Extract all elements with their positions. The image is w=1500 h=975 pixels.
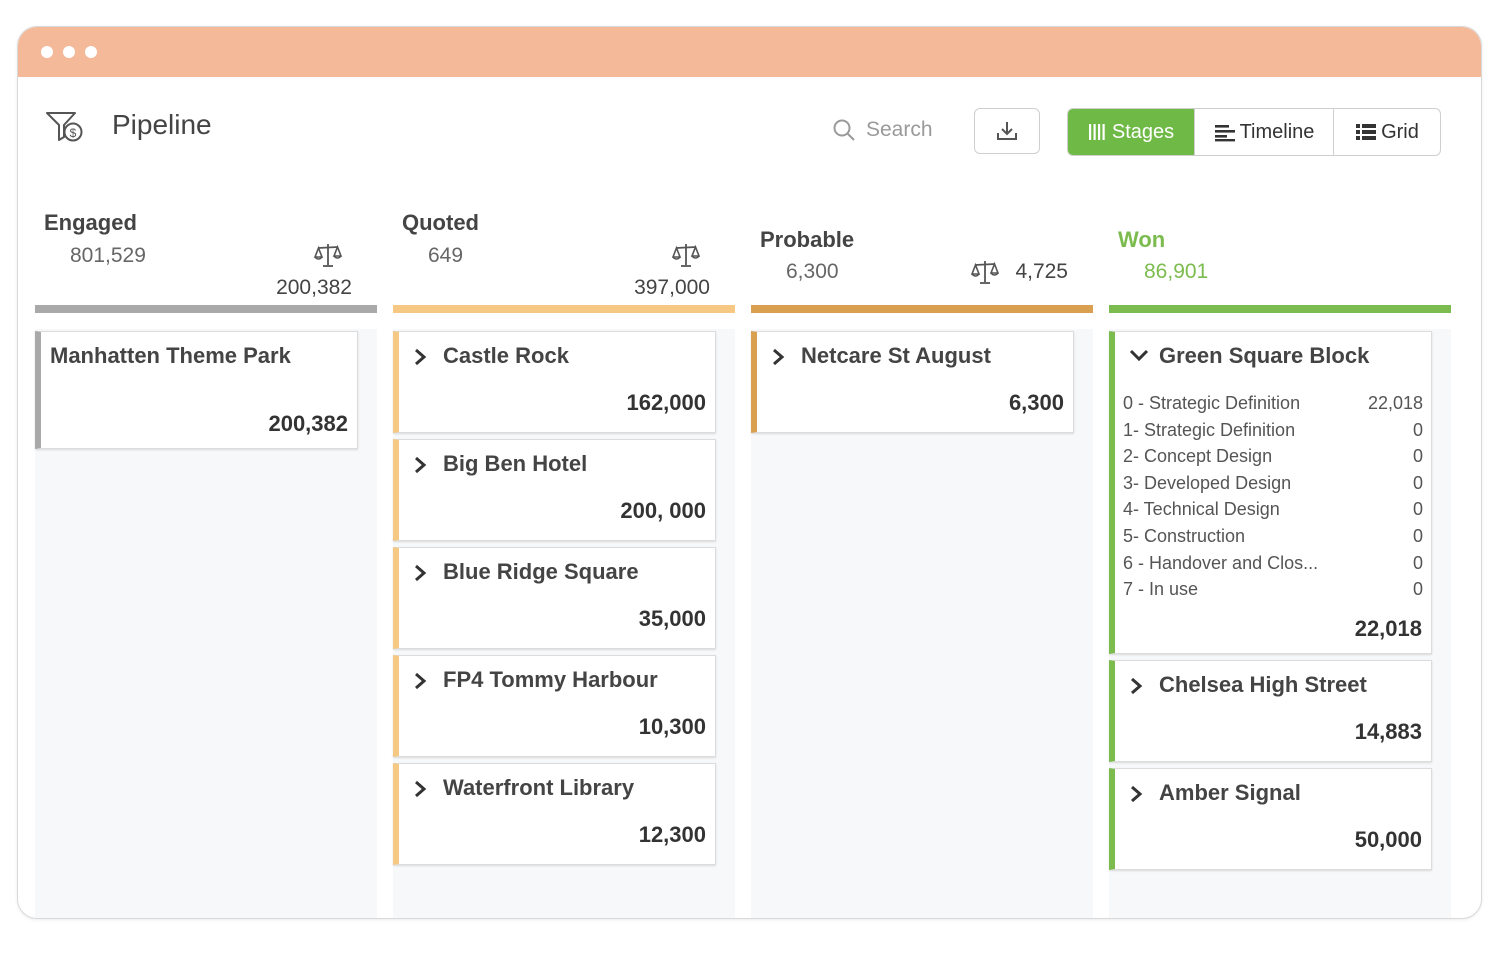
chevron-right-icon[interactable] — [1129, 785, 1145, 803]
stage-weighted-value: 397,000 — [634, 276, 710, 299]
card-title: Big Ben Hotel — [443, 451, 588, 476]
card-value: 200, 000 — [620, 498, 706, 523]
stage-color-bar — [35, 305, 377, 313]
opportunity-card[interactable]: Waterfront Library 12,300 — [393, 763, 716, 865]
card-title: FP4 Tommy Harbour — [443, 667, 658, 692]
stage-weighted-value: 4,725 — [1015, 260, 1068, 283]
opportunity-card[interactable]: Netcare St August 6,300 — [751, 331, 1074, 433]
card-value: 6,300 — [1008, 390, 1064, 415]
chevron-right-icon[interactable] — [413, 564, 429, 582]
stage-name: Probable — [760, 227, 855, 252]
scale-icon — [971, 261, 999, 284]
stage-column-probable: Probable 6,300 4,725 Netcare St August 6… — [751, 27, 1093, 918]
card-title: Blue Ridge Square — [443, 559, 639, 584]
card-value: 10,300 — [638, 714, 706, 739]
card-title: Green Square Block — [1159, 343, 1370, 368]
opportunity-card-expanded[interactable]: Green Square Block 0 - Strategic Definit… — [1109, 331, 1432, 654]
scale-icon — [672, 244, 700, 267]
breakdown-row: 7 - In use 0 — [1123, 579, 1423, 600]
card-value: 200,382 — [268, 411, 348, 436]
stage-column-won: Won 86,901 Green Square Block 0 - Strate… — [1109, 27, 1451, 918]
scale-icon — [314, 244, 342, 267]
card-value: 12,300 — [638, 822, 706, 847]
stage-column-quoted: Quoted 649 397,000 Castle Rock 162,000 B… — [393, 27, 735, 918]
stage-color-bar — [1109, 305, 1451, 313]
opportunity-card[interactable]: Castle Rock 162,000 — [393, 331, 716, 433]
card-value: 35,000 — [638, 606, 706, 631]
stage-count: 6,300 — [786, 260, 839, 283]
card-title: Castle Rock — [443, 343, 569, 368]
opportunity-card[interactable]: Chelsea High Street 14,883 — [1109, 660, 1432, 762]
breakdown-row: 2- Concept Design 0 — [1123, 446, 1423, 467]
stage-column-engaged: Engaged 801,529 200,382 Manhatten Theme … — [35, 27, 377, 918]
stage-color-bar — [393, 305, 735, 313]
stage-breakdown-list: 0 - Strategic Definition 22,018 1- Strate… — [1123, 390, 1423, 603]
stage-name: Engaged — [44, 210, 137, 235]
card-value: 50,000 — [1354, 827, 1422, 852]
card-title: Netcare St August — [801, 343, 991, 368]
breakdown-row: 3- Developed Design 0 — [1123, 472, 1423, 493]
stage-weighted-value: 200,382 — [276, 276, 352, 299]
breakdown-row: 5- Construction 0 — [1123, 525, 1423, 546]
card-title: Manhatten Theme Park — [50, 343, 291, 368]
chevron-down-icon[interactable] — [1129, 349, 1149, 363]
breakdown-row: 0 - Strategic Definition 22,018 — [1123, 393, 1423, 413]
opportunity-card[interactable]: Manhatten Theme Park 200,382 — [35, 331, 358, 449]
card-title: Chelsea High Street — [1159, 672, 1367, 697]
opportunity-card[interactable]: Blue Ridge Square 35,000 — [393, 547, 716, 649]
breakdown-row: 4- Technical Design 0 — [1123, 499, 1423, 520]
stage-count: 801,529 — [70, 244, 146, 267]
card-title: Waterfront Library — [443, 775, 635, 800]
breakdown-row: 6 - Handover and Clos... 0 — [1123, 552, 1423, 573]
card-value: 22,018 — [1354, 616, 1422, 641]
stage-count: 649 — [428, 244, 464, 267]
opportunity-card[interactable]: Big Ben Hotel 200, 000 — [393, 439, 716, 541]
chevron-right-icon[interactable] — [771, 348, 787, 366]
breakdown-row: 1- Strategic Definition 0 — [1123, 419, 1423, 440]
chevron-right-icon[interactable] — [413, 780, 429, 798]
chevron-right-icon[interactable] — [413, 348, 429, 366]
chevron-right-icon[interactable] — [1129, 677, 1145, 695]
stage-name: Won — [1118, 227, 1166, 252]
stage-color-bar — [751, 305, 1093, 313]
opportunity-card[interactable]: Amber Signal 50,000 — [1109, 768, 1432, 870]
card-value: 162,000 — [626, 390, 706, 415]
app-window: $ Pipeline Search Stages Timeline Grid E… — [17, 26, 1482, 919]
chevron-right-icon[interactable] — [413, 672, 429, 690]
card-value: 14,883 — [1354, 719, 1422, 744]
opportunity-card[interactable]: FP4 Tommy Harbour 10,300 — [393, 655, 716, 757]
stage-count: 86,901 — [1144, 260, 1209, 283]
chevron-right-icon[interactable] — [413, 456, 429, 474]
stage-name: Quoted — [402, 210, 479, 235]
card-title: Amber Signal — [1159, 780, 1301, 805]
